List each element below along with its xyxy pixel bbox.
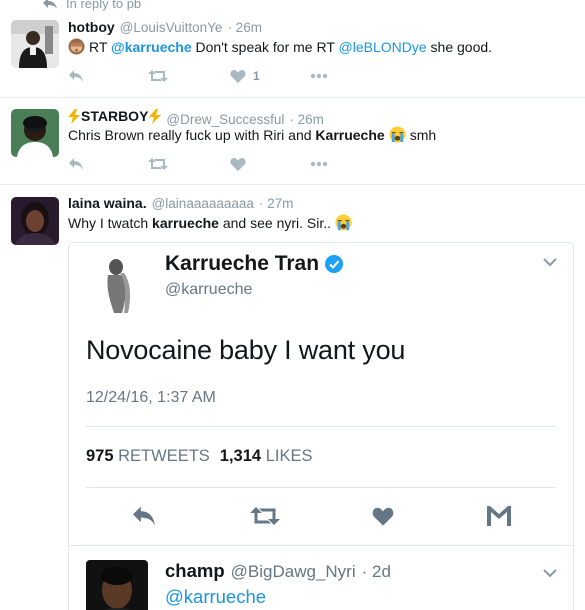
- avatar[interactable]: [11, 197, 59, 245]
- user-handle[interactable]: @BigDawg_Nyri: [231, 562, 356, 582]
- chevron-down-icon[interactable]: [541, 564, 559, 582]
- timestamp[interactable]: · 27m: [259, 196, 294, 211]
- divider: [69, 545, 573, 546]
- user-handle[interactable]: @karrueche: [165, 281, 252, 299]
- retweet-icon: [148, 158, 168, 170]
- direct-message-icon[interactable]: [486, 506, 511, 526]
- heart-icon: [230, 70, 246, 83]
- retweet-icon[interactable]: [249, 505, 280, 527]
- lightning-icon: [149, 108, 162, 124]
- timestamp[interactable]: 12/24/16, 1:37 AM: [86, 389, 216, 407]
- mention-link[interactable]: @karrueche: [165, 586, 266, 608]
- reply-icon: [69, 158, 83, 170]
- user-handle[interactable]: @Drew_Successful: [166, 112, 284, 127]
- tweet-starboy[interactable]: STARBOY @Drew_Successful · 26m Chris Bro…: [0, 98, 585, 185]
- tweet-text-segment: smh: [409, 126, 437, 143]
- avatar[interactable]: [94, 255, 144, 315]
- heart-icon[interactable]: [372, 506, 394, 526]
- tweet-text-segment: Don't speak for me RT: [191, 38, 339, 55]
- retweet-icon: [148, 70, 168, 82]
- timestamp[interactable]: · 2d: [362, 562, 391, 582]
- tweet-text-segment: Chris Brown really fuck up with Riri and: [68, 126, 316, 143]
- reply-icon: [69, 70, 83, 82]
- retweet-button[interactable]: [148, 69, 230, 83]
- tweet-text: Chris Brown really fuck up with Riri and…: [68, 126, 436, 143]
- tweet-text-segment: she good.: [426, 38, 493, 55]
- mention-link[interactable]: @leBLONDye: [339, 39, 427, 55]
- tweet-hotboy[interactable]: hotboy @LouisVuittonYe · 26m RT @karruec…: [0, 0, 585, 98]
- tweet-text-segment: RT: [89, 38, 112, 55]
- heart-icon: [230, 158, 246, 171]
- see-no-evil-monkey-icon: [68, 38, 85, 55]
- tweet-text-segment: Why I twatch: [68, 214, 153, 231]
- like-count: 1: [253, 69, 260, 83]
- retweet-stat[interactable]: 975 RETWEETS: [86, 447, 210, 466]
- retweet-button[interactable]: [148, 157, 230, 171]
- more-icon: [310, 73, 328, 79]
- avatar[interactable]: [86, 560, 148, 610]
- more-button[interactable]: [310, 73, 328, 79]
- embedded-tweet-card[interactable]: Karrueche Tran @karrueche Novocaine baby…: [68, 242, 574, 610]
- tweet-text: Novocaine baby I want you: [86, 335, 406, 365]
- tweet-text: Why I twatch karrueche and see nyri. Sir…: [68, 214, 352, 231]
- divider: [86, 487, 556, 488]
- hashtag-highlight[interactable]: karrueche: [152, 215, 219, 231]
- avatar[interactable]: [11, 109, 59, 157]
- more-icon: [310, 161, 328, 167]
- avatar[interactable]: [11, 20, 59, 68]
- like-stat[interactable]: 1,314 LIKES: [220, 447, 313, 466]
- reply-icon[interactable]: [131, 505, 157, 527]
- timestamp[interactable]: · 26m: [289, 112, 324, 127]
- user-handle[interactable]: @lainaaaaaaaaa: [152, 196, 254, 211]
- display-name[interactable]: champ: [165, 560, 225, 582]
- display-name[interactable]: Karrueche Tran: [165, 252, 344, 276]
- embedded-actions: [131, 505, 511, 527]
- mention-link[interactable]: @karrueche: [111, 39, 192, 55]
- divider: [86, 426, 556, 427]
- verified-badge-icon: [325, 255, 344, 273]
- lightning-icon: [68, 108, 80, 124]
- loudly-crying-face-icon: [389, 126, 406, 143]
- loudly-crying-face-icon: [335, 214, 352, 231]
- more-button[interactable]: [310, 161, 328, 167]
- reply-button[interactable]: [68, 157, 148, 171]
- display-name[interactable]: STARBOY: [68, 108, 162, 124]
- timestamp[interactable]: · 26m: [227, 20, 262, 35]
- like-button[interactable]: [230, 157, 310, 171]
- tweet-text-segment: and see nyri. Sir..: [218, 214, 332, 231]
- user-handle[interactable]: @LouisVuittonYe: [120, 20, 223, 35]
- tweet-text: RT @karrueche Don't speak for me RT @leB…: [68, 38, 492, 55]
- display-name[interactable]: hotboy: [68, 19, 115, 35]
- display-name[interactable]: laina waina.: [68, 195, 147, 211]
- chevron-down-icon[interactable]: [541, 253, 559, 271]
- tweet-stats: 975 RETWEETS 1,314 LIKES: [86, 447, 312, 466]
- like-button[interactable]: 1: [230, 69, 310, 83]
- reply-button[interactable]: [68, 69, 148, 83]
- hashtag-highlight[interactable]: Karrueche: [315, 127, 384, 143]
